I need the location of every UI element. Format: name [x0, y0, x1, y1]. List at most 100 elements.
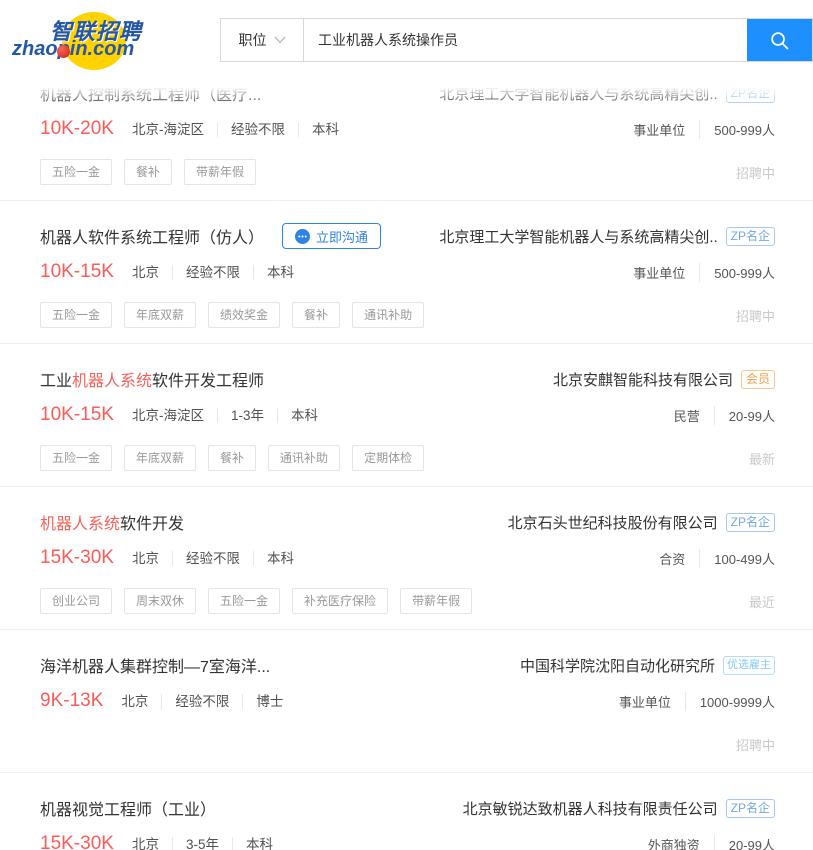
- job-tag: 带薪年假: [400, 588, 473, 614]
- chat-bubble-icon: [295, 228, 311, 244]
- company-badge: ZP名企: [725, 512, 775, 532]
- page: 机器人控制系统工程师（医疗... 北京理工大学智能机器人与系统高精尖创.. ZP…: [0, 0, 813, 850]
- job-meta: 北京 3-5年 本科: [131, 836, 286, 850]
- job-title-text: 海洋机器人集群控制—7室海洋...: [40, 659, 271, 676]
- company-badge: ZP名企: [725, 798, 775, 818]
- chevron-down-icon: [273, 36, 286, 44]
- job-tag: 餐补: [292, 302, 341, 328]
- job-title-text: 机器人控制系统工程师（医疗...: [40, 87, 262, 104]
- job-tags: 创业公司 周末双休 五险一金 补充医疗保险 带薪年假: [40, 588, 473, 614]
- job-salary: 9K-13K: [40, 690, 104, 711]
- job-meta-item: 北京-海淀区: [131, 121, 204, 137]
- job-meta: 北京-海淀区 经验不限 本科: [131, 121, 352, 137]
- job-meta-item: 经验不限: [216, 121, 298, 137]
- job-tag: 年底双薪: [124, 445, 197, 471]
- job-tag: 定期体检: [352, 445, 425, 471]
- employer-type: 事业单位: [618, 694, 671, 710]
- job-tag: 餐补: [208, 445, 257, 471]
- company-badge: 优选雇主: [723, 655, 775, 675]
- company-link[interactable]: 北京敏锐达致机器人科技有限责任公司: [463, 798, 718, 819]
- job-tag: 绩效奖金: [208, 302, 281, 328]
- job-title-link[interactable]: 机器人软件系统工程师（仿人）: [40, 224, 264, 248]
- job-title-link[interactable]: 机器人系统软件开发: [40, 510, 184, 534]
- company-link[interactable]: 北京石头世纪科技股份有限公司: [508, 512, 718, 533]
- company-size: 20-99人: [713, 405, 775, 425]
- search-input[interactable]: [304, 19, 747, 61]
- job-tag: 五险一金: [40, 445, 113, 471]
- job-status: 招聘中: [735, 737, 775, 753]
- job-meta-item: 北京: [131, 550, 159, 566]
- job-meta-item: 北京-海淀区: [131, 407, 204, 423]
- job-tag: 餐补: [124, 159, 173, 185]
- job-meta: 北京 经验不限 博士: [121, 693, 296, 709]
- job-tags: 五险一金 餐补 带薪年假: [40, 159, 257, 185]
- search-icon: [768, 29, 791, 52]
- job-meta: 北京 经验不限 本科: [131, 264, 307, 280]
- company-size: 500-999人: [699, 119, 775, 139]
- chat-button-label: 立即沟通: [316, 229, 369, 245]
- job-card: 机器视觉工程师（工业） 北京敏锐达致机器人科技有限责任公司 ZP名企 15K-3…: [0, 773, 813, 850]
- job-meta-item: 本科: [252, 264, 307, 280]
- job-meta-item: 北京: [131, 264, 159, 280]
- job-title-link[interactable]: 机器视觉工程师（工业）: [40, 796, 216, 820]
- logo-red-dot: [57, 45, 70, 58]
- company-link[interactable]: 北京理工大学智能机器人与系统高精尖创..: [439, 226, 717, 247]
- chat-button[interactable]: 立即沟通: [282, 223, 382, 249]
- job-tag: 补充医疗保险: [292, 588, 389, 614]
- zhaopin-logo[interactable]: zhaopin.com 智联招聘: [10, 12, 170, 76]
- job-status: 最近: [748, 594, 775, 610]
- job-card: 机器人软件系统工程师（仿人） 立即沟通 北京理工大学智能机器人与系统高精尖创..…: [0, 201, 813, 344]
- employer-type: 民营: [673, 408, 700, 424]
- company-badge: 会员: [740, 369, 775, 389]
- job-salary: 10K-15K: [40, 261, 114, 282]
- job-status: 最新: [748, 451, 775, 467]
- logo-brand-text: 智联招聘: [50, 19, 143, 44]
- company-link[interactable]: 中国科学院沈阳自动化研究所: [520, 655, 715, 676]
- job-title-link[interactable]: 工业机器人系统软件开发工程师: [40, 367, 264, 391]
- search-category-label: 职位: [238, 32, 267, 48]
- company-size: 20-99人: [713, 834, 775, 850]
- job-meta-item: 本科: [297, 121, 352, 137]
- job-meta-item: 经验不限: [161, 693, 242, 709]
- job-tag: 五险一金: [208, 588, 281, 614]
- job-meta-item: 本科: [276, 407, 331, 423]
- job-title-text: 机器人软件系统工程师（仿人）: [40, 230, 265, 247]
- job-meta-item: 北京: [131, 836, 159, 850]
- job-title-text: 机器视觉工程师（工业）: [40, 802, 217, 819]
- job-tag: 五险一金: [40, 302, 113, 328]
- job-status: 招聘中: [735, 165, 775, 181]
- job-title-text: 软件开发: [120, 516, 185, 533]
- employer-type: 合资: [659, 551, 686, 567]
- job-meta-item: 经验不限: [171, 550, 253, 566]
- job-salary: 10K-20K: [40, 118, 114, 139]
- job-card: 工业机器人系统软件开发工程师 北京安麒智能科技有限公司 会员 10K-15K 北…: [0, 344, 813, 487]
- company-size: 100-499人: [699, 548, 775, 568]
- search-category-select[interactable]: 职位: [221, 19, 304, 61]
- company-badge: ZP名企: [725, 226, 775, 246]
- job-salary: 15K-30K: [40, 833, 114, 850]
- job-tag: 带薪年假: [184, 159, 257, 185]
- job-meta: 北京 经验不限 本科: [131, 550, 307, 566]
- job-meta-item: 博士: [242, 693, 296, 709]
- job-meta: 北京-海淀区 1-3年 本科: [131, 407, 331, 423]
- job-title-link[interactable]: 海洋机器人集群控制—7室海洋...: [40, 653, 270, 677]
- job-meta-item: 经验不限: [171, 264, 253, 280]
- job-tag: 创业公司: [40, 588, 113, 614]
- employer-type: 事业单位: [633, 122, 686, 138]
- job-tag: 年底双薪: [124, 302, 197, 328]
- job-tag: 周末双休: [124, 588, 197, 614]
- job-tag: 五险一金: [40, 159, 113, 185]
- search-button[interactable]: [747, 19, 812, 61]
- job-meta-item: 本科: [252, 550, 307, 566]
- job-meta-item: 3-5年: [171, 836, 232, 850]
- job-title-keyword: 机器人系统: [72, 373, 153, 390]
- company-link[interactable]: 北京安麒智能科技有限公司: [553, 369, 733, 390]
- job-status: 招聘中: [735, 308, 775, 324]
- employer-type: 外商独资: [647, 837, 700, 850]
- job-title-keyword: 机器人系统: [40, 516, 121, 533]
- company-size: 1000-9999人: [684, 691, 775, 711]
- job-title-text: 工业: [40, 373, 73, 390]
- job-meta-item: 1-3年: [216, 407, 277, 423]
- job-salary: 10K-15K: [40, 404, 114, 425]
- job-title-text: 软件开发工程师: [152, 373, 265, 390]
